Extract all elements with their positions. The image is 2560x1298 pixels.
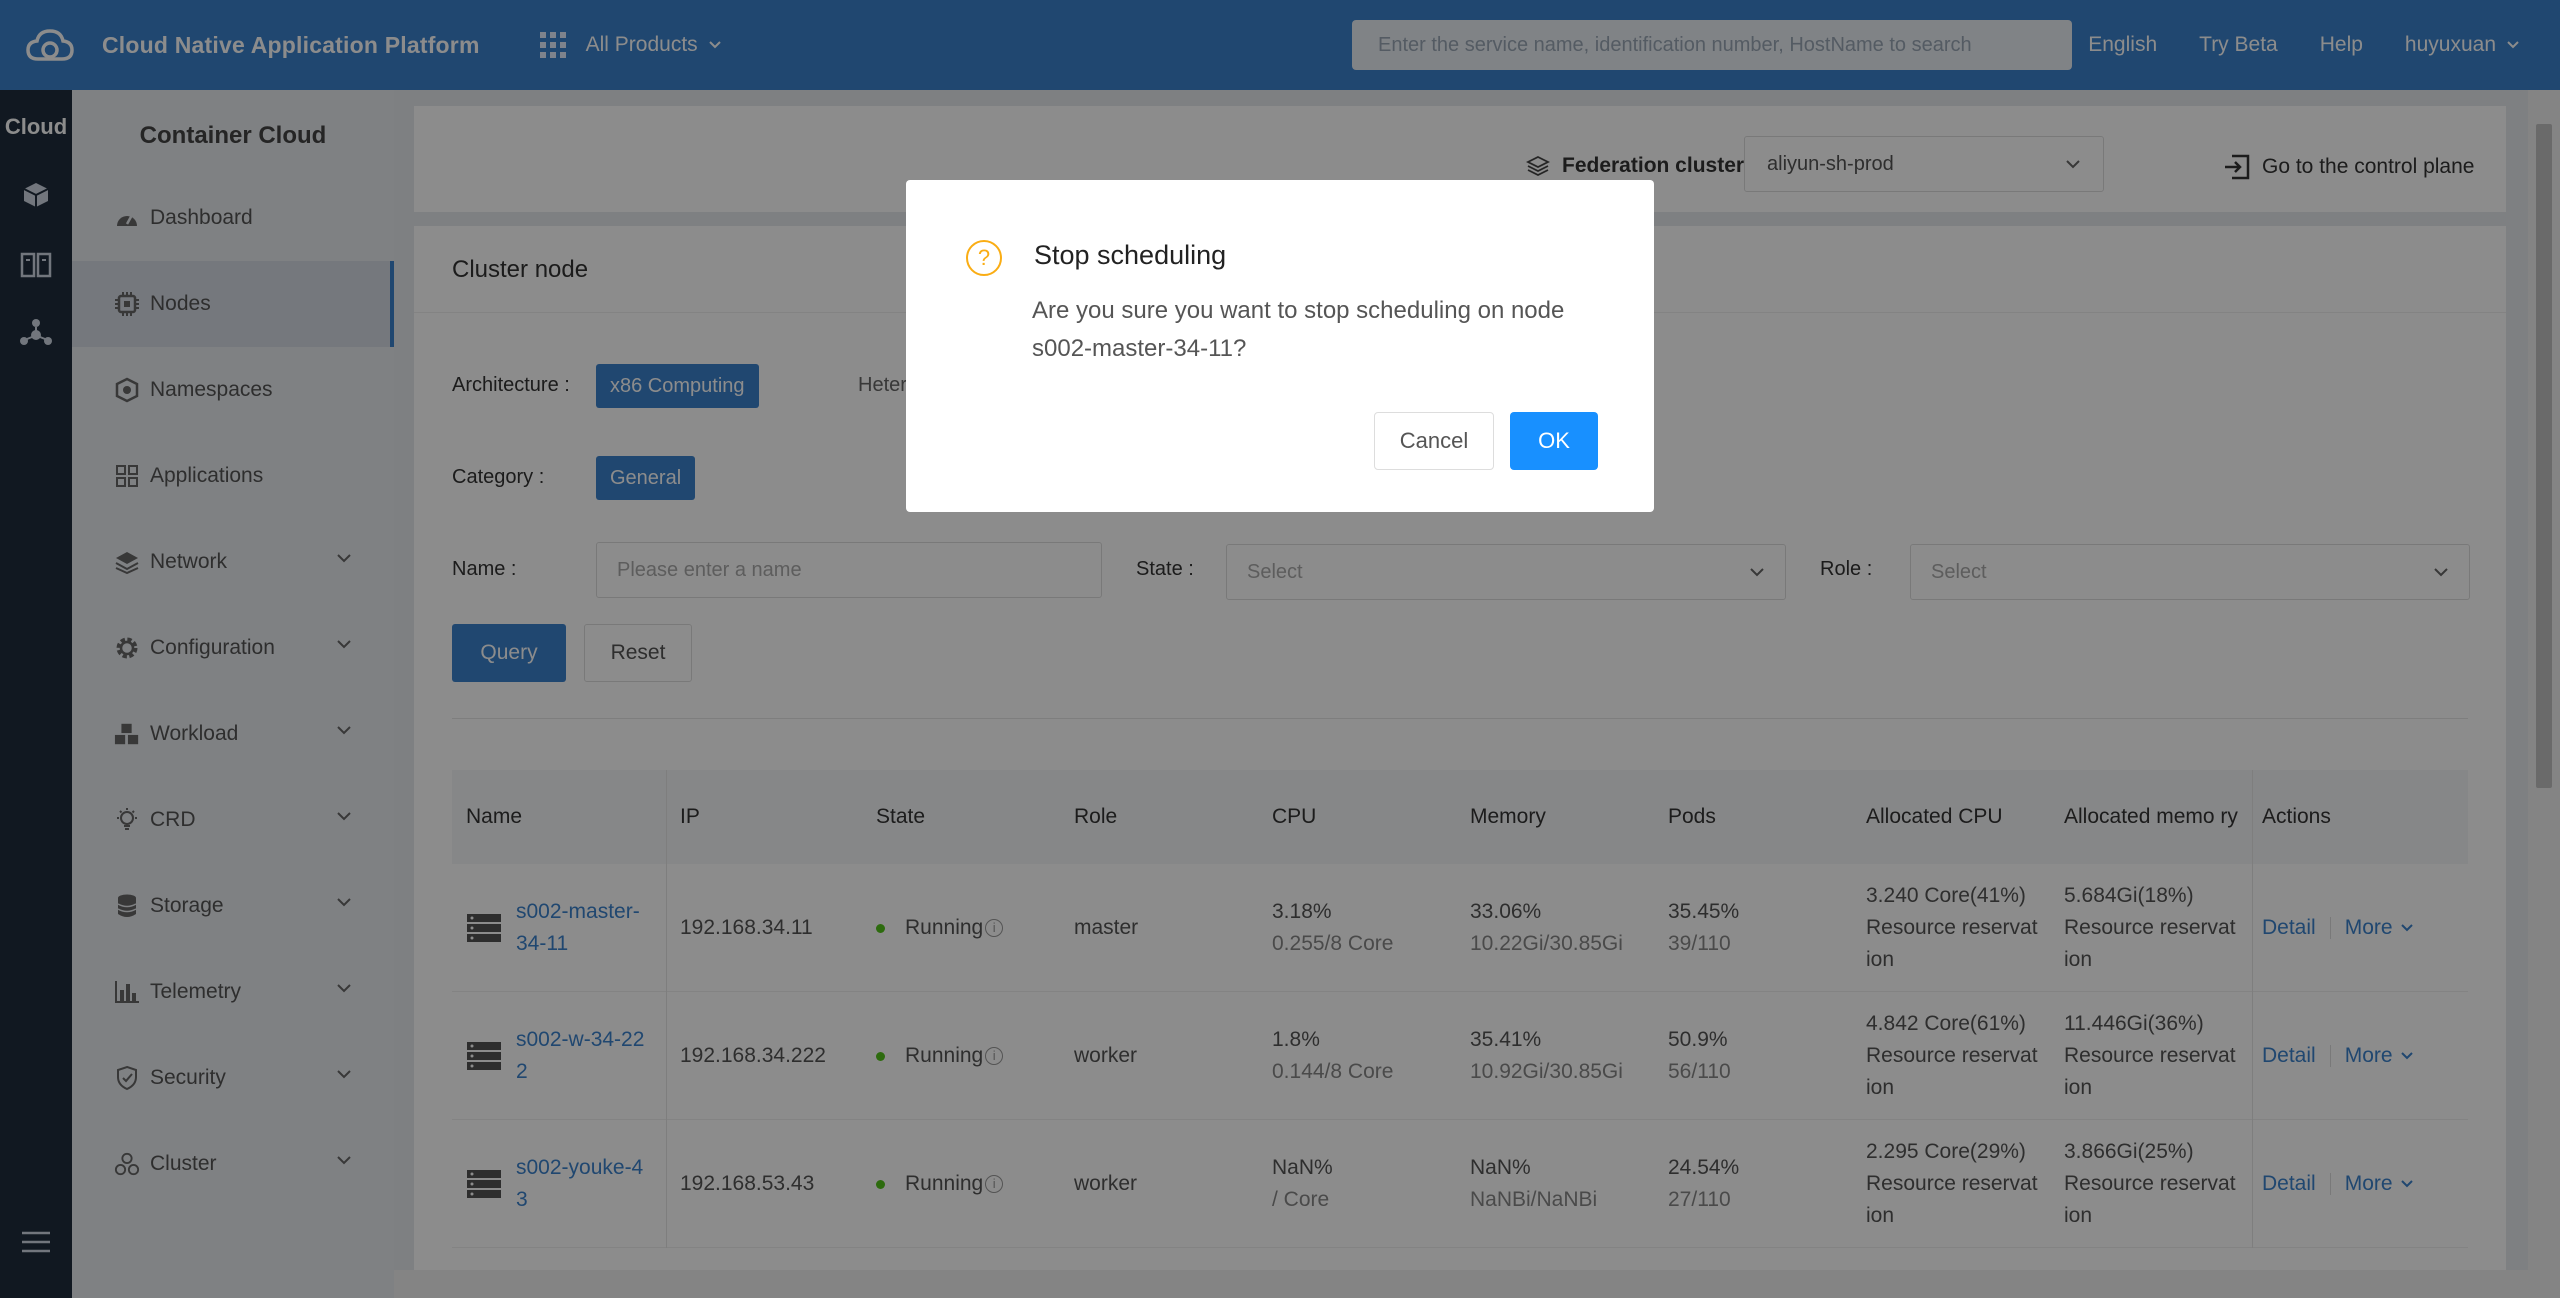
stop-scheduling-dialog: ? Stop scheduling Are you sure you want … xyxy=(906,180,1654,512)
cancel-button[interactable]: Cancel xyxy=(1374,412,1494,470)
dialog-message: Are you sure you want to stop scheduling… xyxy=(1032,297,1565,362)
ok-button[interactable]: OK xyxy=(1510,412,1598,470)
question-icon: ? xyxy=(966,240,1002,276)
dialog-title: Stop scheduling xyxy=(1034,240,1227,270)
